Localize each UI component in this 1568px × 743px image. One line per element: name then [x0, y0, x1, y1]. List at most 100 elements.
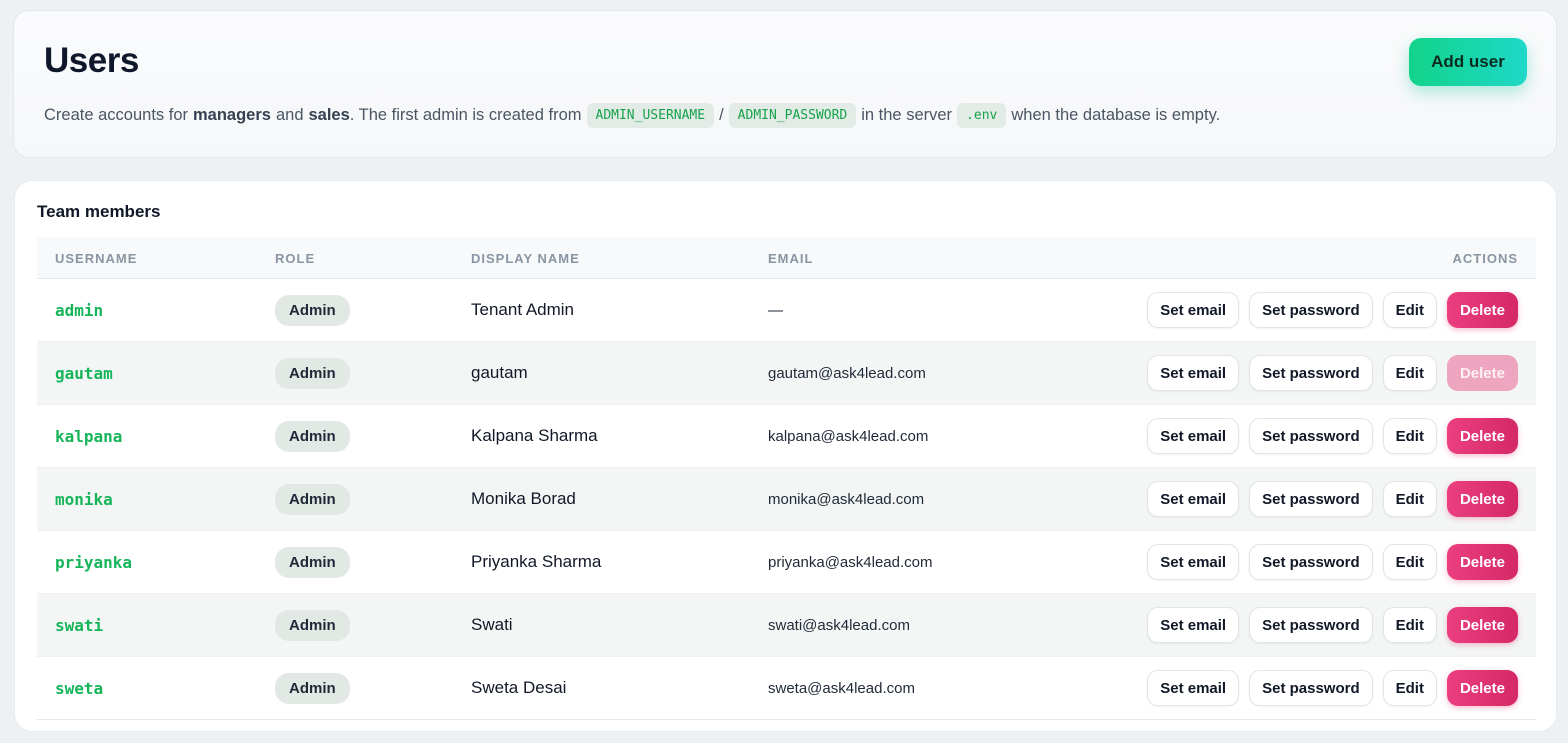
- username-cell: gautam: [55, 363, 113, 383]
- display-name-cell: Sweta Desai: [471, 678, 567, 697]
- display-name-cell: Priyanka Sharma: [471, 552, 602, 571]
- column-header-email: EMAIL: [768, 251, 814, 266]
- email-cell: kalpana@ask4lead.com: [768, 427, 929, 445]
- team-members-title: Team members: [37, 202, 161, 221]
- table-row: gautam Admin gautam gautam@ask4lead.com Set …: [37, 342, 1536, 405]
- role-cell: Admin: [275, 279, 350, 341]
- row-actions: Set email Set password Edit Delete: [1147, 594, 1518, 656]
- edit-button[interactable]: Edit: [1382, 544, 1437, 580]
- row-actions: Set email Set password Edit Delete: [1147, 342, 1518, 404]
- edit-button[interactable]: Edit: [1382, 607, 1437, 643]
- table-header: USERNAME ROLE DISPLAY NAME EMAIL ACTIONS: [37, 237, 1536, 279]
- delete-button[interactable]: Delete: [1446, 481, 1518, 517]
- username-cell: monika: [55, 489, 113, 509]
- set-password-button[interactable]: Set password: [1249, 292, 1373, 328]
- set-password-button[interactable]: Set password: [1249, 418, 1373, 454]
- desc-slash: /: [719, 106, 724, 124]
- role-cell: Admin: [275, 342, 350, 404]
- delete-button: Delete: [1446, 355, 1518, 391]
- column-header-actions: ACTIONS: [1452, 251, 1518, 266]
- edit-button[interactable]: Edit: [1382, 355, 1437, 391]
- email-cell: gautam@ask4lead.com: [768, 364, 926, 382]
- email-cell: swati@ask4lead.com: [768, 616, 910, 634]
- delete-button[interactable]: Delete: [1446, 607, 1518, 643]
- username-cell: swati: [55, 615, 104, 635]
- add-user-button[interactable]: Add user: [1409, 38, 1527, 86]
- role-cell: Admin: [275, 405, 350, 467]
- role-cell: Admin: [275, 468, 350, 530]
- username-cell: sweta: [55, 678, 104, 698]
- column-header-role: ROLE: [275, 251, 316, 266]
- row-actions: Set email Set password Edit Delete: [1147, 405, 1518, 467]
- set-password-button[interactable]: Set password: [1249, 607, 1373, 643]
- table-body: admin Admin Tenant Admin — Set email Set pass…: [37, 279, 1536, 720]
- table-row: admin Admin Tenant Admin — Set email Set pass…: [37, 279, 1536, 342]
- edit-button[interactable]: Edit: [1382, 292, 1437, 328]
- role-badge: Admin: [275, 546, 350, 578]
- row-actions: Set email Set password Edit Delete: [1147, 279, 1518, 341]
- table-row: sweta Admin Sweta Desai sweta@ask4lead.com S…: [37, 657, 1536, 720]
- code-env: .env: [957, 103, 1007, 128]
- role-cell: Admin: [275, 594, 350, 656]
- delete-button[interactable]: Delete: [1446, 670, 1518, 706]
- desc-text-suffix: when the database is empty.: [1011, 106, 1221, 124]
- role-badge: Admin: [275, 420, 350, 452]
- edit-button[interactable]: Edit: [1382, 670, 1437, 706]
- set-email-button[interactable]: Set email: [1147, 418, 1240, 454]
- table-row: monika Admin Monika Borad monika@ask4lead.c…: [37, 468, 1536, 531]
- email-cell: monika@ask4lead.com: [768, 490, 925, 508]
- desc-text-prefix: Create accounts for: [44, 106, 188, 124]
- row-actions: Set email Set password Edit Delete: [1147, 468, 1518, 530]
- role-badge: Admin: [275, 483, 350, 515]
- desc-managers: managers: [193, 106, 271, 124]
- email-cell: priyanka@ask4lead.com: [768, 553, 933, 571]
- set-password-button[interactable]: Set password: [1249, 544, 1373, 580]
- desc-sales: sales: [308, 106, 350, 124]
- delete-button[interactable]: Delete: [1446, 418, 1518, 454]
- table-row: kalpana Admin Kalpana Sharma kalpana@ask4le…: [37, 405, 1536, 468]
- username-cell: kalpana: [55, 426, 123, 446]
- role-cell: Admin: [275, 657, 350, 719]
- table-row: swati Admin Swati swati@ask4lead.com Set ema…: [37, 594, 1536, 657]
- users-table: USERNAME ROLE DISPLAY NAME EMAIL ACTIONS…: [37, 237, 1536, 720]
- set-password-button[interactable]: Set password: [1249, 670, 1373, 706]
- page-description: Create accounts for managers and sales. …: [44, 103, 1220, 128]
- set-email-button[interactable]: Set email: [1147, 481, 1240, 517]
- users-header-card: Users Create accounts for managers and s…: [13, 10, 1557, 158]
- desc-text-server: in the server: [861, 106, 953, 124]
- desc-text-and: and: [275, 106, 304, 124]
- column-header-username: USERNAME: [55, 251, 138, 266]
- row-actions: Set email Set password Edit Delete: [1147, 657, 1518, 719]
- email-cell: sweta@ask4lead.com: [768, 679, 915, 697]
- page-title: Users: [44, 41, 139, 80]
- set-email-button[interactable]: Set email: [1147, 355, 1240, 391]
- code-admin-username: ADMIN_USERNAME: [586, 103, 715, 128]
- edit-button[interactable]: Edit: [1382, 418, 1437, 454]
- display-name-cell: Swati: [471, 615, 513, 634]
- set-password-button[interactable]: Set password: [1249, 355, 1373, 391]
- column-header-display-name: DISPLAY NAME: [471, 251, 580, 266]
- role-badge: Admin: [275, 672, 350, 704]
- username-cell: priyanka: [55, 552, 133, 572]
- set-email-button[interactable]: Set email: [1147, 292, 1240, 328]
- team-members-card: Team members USERNAME ROLE DISPLAY NAME …: [14, 180, 1557, 732]
- row-actions: Set email Set password Edit Delete: [1147, 531, 1518, 593]
- role-cell: Admin: [275, 531, 350, 593]
- display-name-cell: gautam: [471, 363, 528, 382]
- table-row: priyanka Admin Priyanka Sharma priyanka@ask…: [37, 531, 1536, 594]
- set-email-button[interactable]: Set email: [1147, 544, 1240, 580]
- set-email-button[interactable]: Set email: [1147, 670, 1240, 706]
- role-badge: Admin: [275, 357, 350, 389]
- role-badge: Admin: [275, 294, 350, 326]
- display-name-cell: Tenant Admin: [471, 300, 575, 319]
- username-cell: admin: [55, 300, 104, 320]
- display-name-cell: Monika Borad: [471, 489, 576, 508]
- set-email-button[interactable]: Set email: [1147, 607, 1240, 643]
- delete-button[interactable]: Delete: [1446, 544, 1518, 580]
- email-cell: —: [768, 301, 783, 319]
- desc-text-mid: . The first admin is created from: [349, 106, 582, 124]
- set-password-button[interactable]: Set password: [1249, 481, 1373, 517]
- role-badge: Admin: [275, 609, 350, 641]
- edit-button[interactable]: Edit: [1382, 481, 1437, 517]
- delete-button[interactable]: Delete: [1446, 292, 1518, 328]
